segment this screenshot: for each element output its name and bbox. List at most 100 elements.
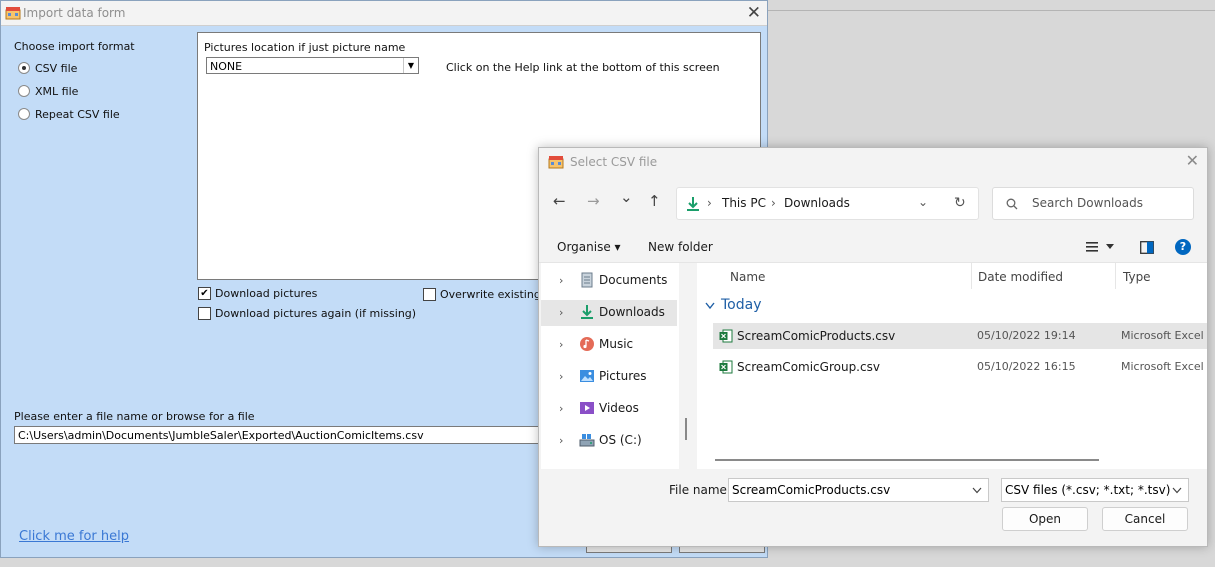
- cancel-button[interactable]: Cancel: [1102, 507, 1188, 531]
- music-icon: [580, 337, 594, 351]
- chevron-right-icon[interactable]: ›: [559, 402, 563, 415]
- preview-pane-icon[interactable]: [1140, 241, 1154, 254]
- file-list-scrollbar[interactable]: [715, 459, 1099, 461]
- help-link[interactable]: Click me for help: [19, 529, 129, 544]
- app-icon: [548, 156, 564, 169]
- breadcrumb-sep: ›: [771, 196, 776, 210]
- pictures-location-label: Pictures location if just picture name: [204, 41, 406, 54]
- nav-pane-scrollbar[interactable]: [685, 418, 687, 440]
- file-path-input[interactable]: C:\Users\admin\Documents\JumbleSaler\Exp…: [14, 426, 554, 444]
- chevron-right-icon[interactable]: ›: [559, 434, 563, 447]
- import-form-title: Import data form: [23, 6, 126, 20]
- up-icon[interactable]: ↑: [648, 192, 661, 210]
- file-type: Microsoft Excel: [1121, 360, 1204, 373]
- open-button[interactable]: Open: [1002, 507, 1088, 531]
- back-icon[interactable]: ←: [553, 192, 566, 210]
- nav-item-label: Pictures: [599, 369, 647, 383]
- file-type: Microsoft Excel: [1121, 329, 1204, 342]
- radio-label: XML file: [35, 85, 79, 98]
- download-pictures-label: Download pictures: [215, 287, 318, 300]
- recent-locations-icon[interactable]: ⌄: [620, 188, 633, 206]
- radio-xml[interactable]: [18, 85, 30, 97]
- overwrite-label: Overwrite existing d: [440, 288, 552, 301]
- breadcrumb-sep: ›: [707, 196, 712, 210]
- refresh-icon[interactable]: ↻: [954, 195, 966, 211]
- nav-item-music[interactable]: › Music: [541, 332, 677, 358]
- chevron-right-icon[interactable]: ›: [559, 338, 563, 351]
- nav-item-label: Music: [599, 337, 634, 351]
- breadcrumb-this-pc[interactable]: This PC: [722, 196, 766, 210]
- videos-icon: [580, 402, 594, 414]
- select-csv-file-dialog: Select CSV file ✕ ← → ⌄ ↑ › This PC › Do…: [538, 147, 1208, 547]
- file-row[interactable]: ScreamComicGroup.csv 05/10/2022 16:15 Mi…: [713, 354, 1207, 380]
- column-header-type[interactable]: Type: [1123, 270, 1151, 284]
- nav-item-downloads[interactable]: › Downloads: [541, 300, 677, 326]
- new-folder-button[interactable]: New folder: [648, 240, 713, 254]
- search-downloads-input[interactable]: Search Downloads: [992, 187, 1194, 220]
- navigation-pane: › Documents › Downloads › Music › Pictur…: [541, 263, 679, 469]
- list-view-icon: [1086, 242, 1098, 252]
- file-name-input[interactable]: ScreamComicProducts.csv: [728, 478, 989, 502]
- nav-item-label: Documents: [599, 273, 668, 287]
- nav-item-documents[interactable]: › Documents: [541, 268, 677, 294]
- excel-csv-icon: [719, 329, 733, 343]
- close-icon[interactable]: ✕: [1186, 151, 1199, 170]
- column-header-date[interactable]: Date modified: [978, 270, 1063, 284]
- chevron-down-icon: [1106, 244, 1114, 249]
- help-icon[interactable]: ?: [1175, 239, 1191, 255]
- chevron-down-icon: [1172, 487, 1182, 494]
- nav-item-os-drive[interactable]: › OS (C:): [541, 428, 677, 454]
- downloads-icon: [687, 197, 699, 211]
- chevron-down-icon[interactable]: ⌄: [918, 195, 928, 209]
- radio-repeat-csv[interactable]: [18, 108, 30, 120]
- address-bar[interactable]: › This PC › Downloads ⌄ ↻: [676, 187, 979, 220]
- column-separator[interactable]: [1115, 263, 1116, 289]
- chevron-right-icon[interactable]: ›: [559, 370, 563, 383]
- import-form-titlebar[interactable]: Import data form ✕: [1, 1, 767, 26]
- nav-item-label: Downloads: [599, 305, 665, 319]
- nav-item-pictures[interactable]: › Pictures: [541, 364, 677, 390]
- forward-icon[interactable]: →: [587, 192, 600, 210]
- download-again-checkbox[interactable]: [198, 307, 211, 320]
- overwrite-checkbox[interactable]: [423, 288, 436, 301]
- file-type-select[interactable]: CSV files (*.csv; *.txt; *.tsv): [1001, 478, 1189, 502]
- drive-icon: [579, 434, 595, 447]
- breadcrumb-downloads[interactable]: Downloads: [784, 196, 850, 210]
- column-separator[interactable]: [971, 263, 972, 289]
- radio-csv[interactable]: [18, 62, 30, 74]
- radio-label: Repeat CSV file: [35, 108, 120, 121]
- file-prompt: Please enter a file name or browse for a…: [14, 410, 255, 423]
- file-row[interactable]: ScreamComicProducts.csv 05/10/2022 19:14…: [713, 323, 1207, 349]
- excel-csv-icon: [719, 360, 733, 374]
- pictures-location-select[interactable]: NONE ▼: [206, 57, 419, 74]
- file-date: 05/10/2022 16:15: [977, 360, 1076, 373]
- file-name-label: File name:: [669, 483, 731, 497]
- download-pictures-checkbox[interactable]: ✔: [198, 287, 211, 300]
- search-icon: [1006, 198, 1018, 210]
- dialog-title: Select CSV file: [570, 155, 658, 169]
- file-list-pane: Name Date modified Type Today ScreamComi…: [697, 263, 1207, 469]
- chevron-down-icon[interactable]: ▼: [403, 58, 418, 73]
- group-label: Today: [721, 297, 762, 313]
- column-header-name[interactable]: Name: [730, 270, 765, 284]
- organise-button[interactable]: Organise ▾: [557, 240, 621, 254]
- downloads-icon: [581, 305, 593, 319]
- radio-label: CSV file: [35, 62, 78, 75]
- file-date: 05/10/2022 19:14: [977, 329, 1076, 342]
- pictures-icon: [580, 370, 594, 382]
- file-type-value: CSV files (*.csv; *.txt; *.tsv): [1005, 483, 1171, 497]
- download-again-label: Download pictures again (if missing): [215, 307, 417, 320]
- nav-item-label: Videos: [599, 401, 639, 415]
- chevron-down-icon: [705, 302, 715, 310]
- chevron-right-icon[interactable]: ›: [559, 274, 563, 287]
- help-hint: Click on the Help link at the bottom of …: [446, 61, 720, 74]
- close-icon[interactable]: ✕: [747, 3, 761, 23]
- nav-item-videos[interactable]: › Videos: [541, 396, 677, 422]
- format-heading: Choose import format: [14, 40, 135, 53]
- search-placeholder: Search Downloads: [1032, 196, 1143, 210]
- chevron-down-icon[interactable]: [972, 487, 982, 494]
- documents-icon: [581, 272, 593, 288]
- chevron-right-icon[interactable]: ›: [559, 306, 563, 319]
- pictures-location-value: NONE: [210, 60, 243, 73]
- file-name-value: ScreamComicProducts.csv: [732, 483, 891, 497]
